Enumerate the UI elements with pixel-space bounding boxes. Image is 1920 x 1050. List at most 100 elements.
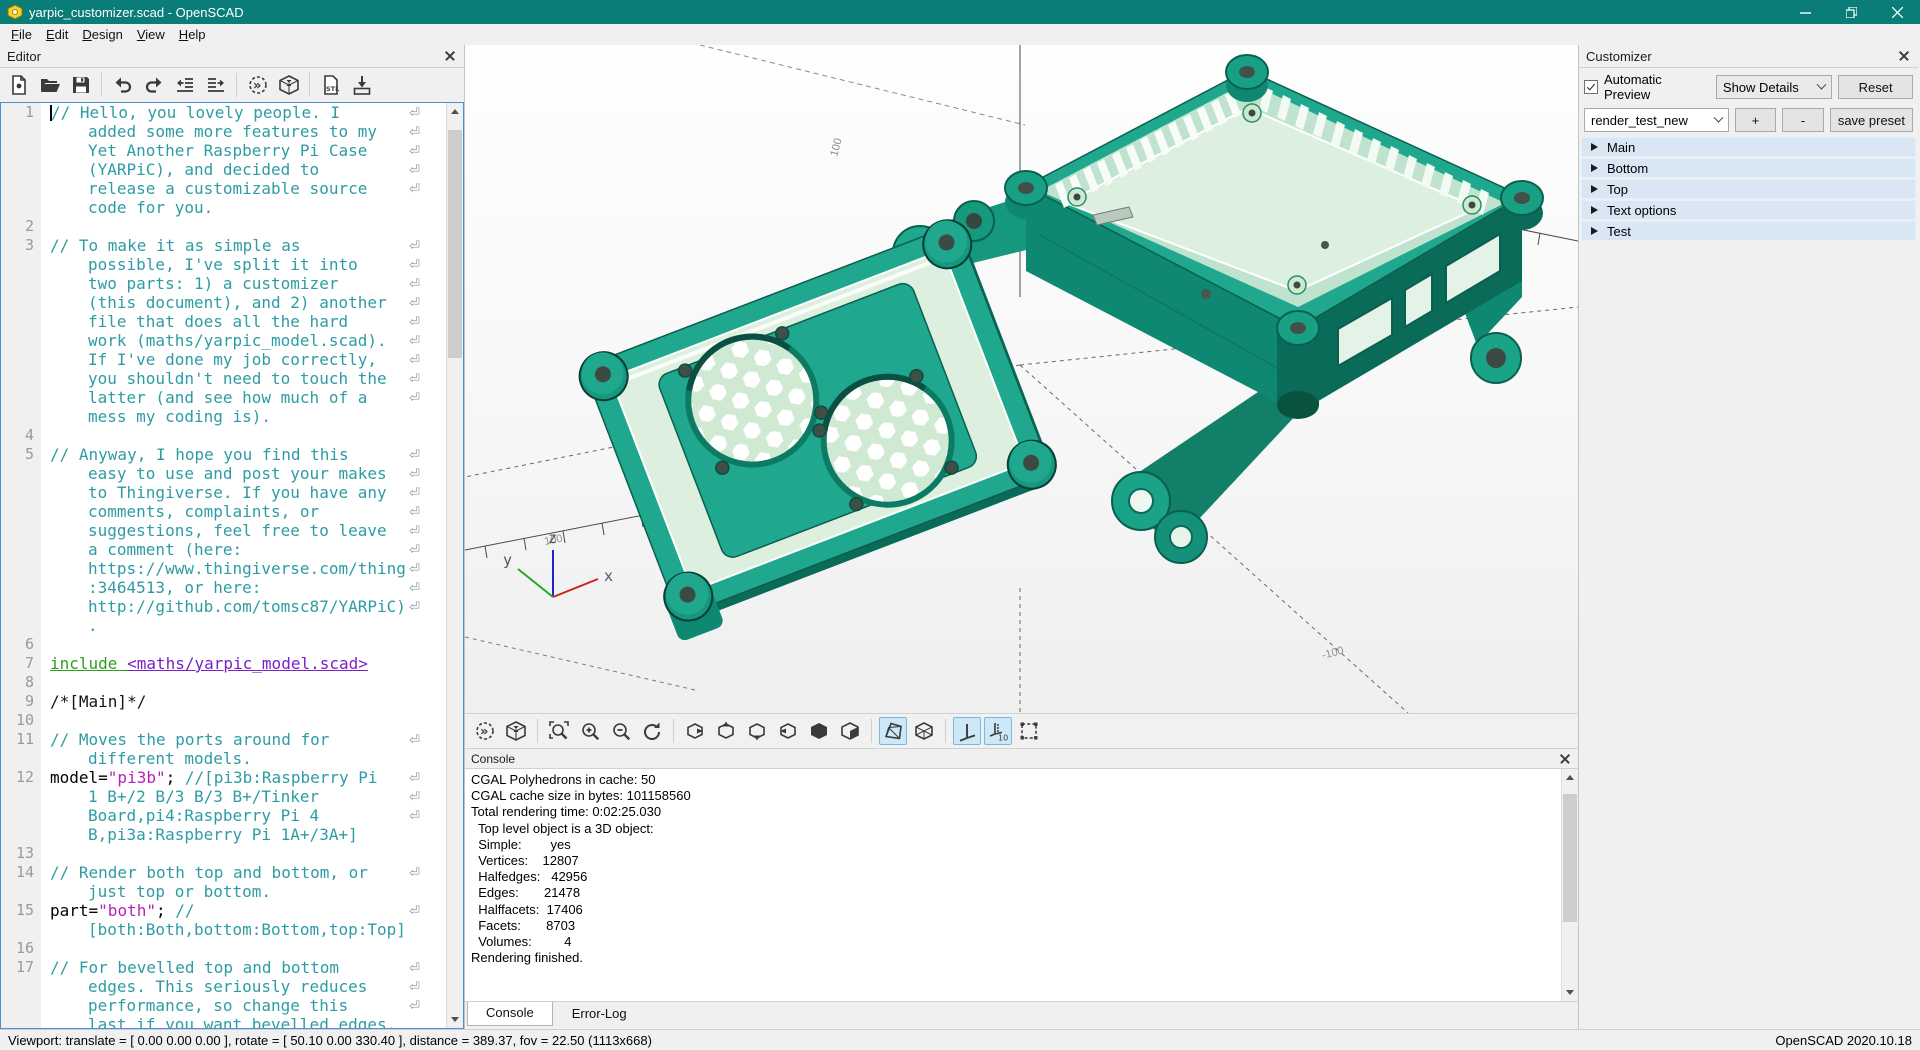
- indent-button[interactable]: [201, 71, 230, 100]
- save-preset-button[interactable]: save preset: [1830, 108, 1913, 132]
- code-editor[interactable]: 1// Hello, you lovely people. I⏎added so…: [0, 102, 464, 1029]
- undo-button[interactable]: [108, 71, 137, 100]
- tab-console[interactable]: Console: [467, 1001, 553, 1026]
- code-row[interactable]: 13: [1, 844, 446, 863]
- code-row[interactable]: Board,pi4:Raspberry Pi 4⏎: [1, 806, 446, 825]
- code-row[interactable]: 16: [1, 939, 446, 958]
- code-row[interactable]: 12model="pi3b"; //[pi3b:Raspberry Pi⏎: [1, 768, 446, 787]
- minimize-button[interactable]: [1782, 0, 1828, 24]
- code-row[interactable]: 7include <maths/yarpic_model.scad>: [1, 654, 446, 673]
- code-row[interactable]: code for you.: [1, 198, 446, 217]
- console-close-icon[interactable]: [1558, 752, 1572, 766]
- scroll-down-icon[interactable]: [1562, 984, 1578, 1001]
- code-row[interactable]: B,pi3a:Raspberry Pi 1A+/3A+]: [1, 825, 446, 844]
- menu-view[interactable]: View: [130, 26, 172, 43]
- automatic-preview-checkbox[interactable]: [1584, 80, 1598, 94]
- group-text-options[interactable]: Text options: [1581, 200, 1916, 220]
- code-row[interactable]: possible, I've split it into⏎: [1, 255, 446, 274]
- code-row[interactable]: 9/*[Main]*/: [1, 692, 446, 711]
- code-row[interactable]: file that does all the hard⏎: [1, 312, 446, 331]
- editor-scroll-thumb[interactable]: [448, 130, 462, 358]
- console-scroll-thumb[interactable]: [1563, 794, 1577, 922]
- show-edges-button[interactable]: [1015, 717, 1043, 745]
- menu-design[interactable]: Design: [75, 26, 129, 43]
- code-row[interactable]: 8: [1, 673, 446, 692]
- unindent-button[interactable]: [170, 71, 199, 100]
- zoom-in-button[interactable]: [576, 717, 604, 745]
- code-row[interactable]: edges. This seriously reduces⏎: [1, 977, 446, 996]
- editor-close-icon[interactable]: [443, 49, 457, 63]
- code-row[interactable]: 4: [1, 426, 446, 445]
- scroll-up-icon[interactable]: [1562, 769, 1578, 786]
- code-row[interactable]: suggestions, feel free to leave⏎: [1, 521, 446, 540]
- group-bottom[interactable]: Bottom: [1581, 158, 1916, 178]
- show-details-dropdown[interactable]: Show Details: [1716, 75, 1832, 99]
- code-row[interactable]: you shouldn't need to touch the⏎: [1, 369, 446, 388]
- zoom-all-button[interactable]: [545, 717, 573, 745]
- code-row[interactable]: 6: [1, 635, 446, 654]
- render-button[interactable]: [502, 717, 530, 745]
- group-main[interactable]: Main: [1581, 137, 1916, 157]
- console-scrollbar[interactable]: [1561, 769, 1578, 1001]
- code-row[interactable]: [both:Both,bottom:Bottom,top:Top]: [1, 920, 446, 939]
- show-axes-button[interactable]: [953, 717, 981, 745]
- preview-button[interactable]: »: [243, 71, 272, 100]
- scroll-down-icon[interactable]: [447, 1011, 463, 1028]
- view-top-button[interactable]: [712, 717, 740, 745]
- view-back-button[interactable]: [836, 717, 864, 745]
- code-row[interactable]: different models.: [1, 749, 446, 768]
- scroll-up-icon[interactable]: [447, 103, 463, 120]
- code-row[interactable]: 11// Moves the ports around for⏎: [1, 730, 446, 749]
- show-scale-button[interactable]: 10: [984, 717, 1012, 745]
- add-preset-button[interactable]: +: [1735, 108, 1777, 132]
- code-row[interactable]: performance, so change this⏎: [1, 996, 446, 1015]
- export-stl-button[interactable]: STL: [316, 71, 345, 100]
- new-file-button[interactable]: [4, 71, 33, 100]
- tab-error-log[interactable]: Error-Log: [553, 1002, 646, 1026]
- code-row[interactable]: mess my coding is).: [1, 407, 446, 426]
- customizer-close-icon[interactable]: [1897, 49, 1911, 63]
- group-top[interactable]: Top: [1581, 179, 1916, 199]
- view-front-button[interactable]: [805, 717, 833, 745]
- code-row[interactable]: a comment (here:⏎: [1, 540, 446, 559]
- perspective-button[interactable]: [879, 717, 907, 745]
- send-printer-button[interactable]: [347, 71, 376, 100]
- code-row[interactable]: If I've done my job correctly,⏎: [1, 350, 446, 369]
- code-row[interactable]: just top or bottom.: [1, 882, 446, 901]
- code-row[interactable]: Yet Another Raspberry Pi Case⏎: [1, 141, 446, 160]
- orthogonal-button[interactable]: [910, 717, 938, 745]
- code-row[interactable]: 1 B+/2 B/3 B/3 B+/Tinker⏎: [1, 787, 446, 806]
- code-row[interactable]: 3// To make it as simple as⏎: [1, 236, 446, 255]
- code-row[interactable]: http://github.com/tomsc87/YARPiC)⏎: [1, 597, 446, 616]
- open-file-button[interactable]: [35, 71, 64, 100]
- view-right-button[interactable]: [681, 717, 709, 745]
- code-row[interactable]: (YARPiC), and decided to⏎: [1, 160, 446, 179]
- code-row[interactable]: 15part="both"; //⏎: [1, 901, 446, 920]
- preview-button[interactable]: »: [471, 717, 499, 745]
- reset-view-button[interactable]: [638, 717, 666, 745]
- code-row[interactable]: (this document), and 2) another⏎: [1, 293, 446, 312]
- code-row[interactable]: .: [1, 616, 446, 635]
- remove-preset-button[interactable]: -: [1782, 108, 1824, 132]
- code-row[interactable]: to Thingiverse. If you have any⏎: [1, 483, 446, 502]
- code-row[interactable]: 1// Hello, you lovely people. I⏎: [1, 103, 446, 122]
- view-left-button[interactable]: [774, 717, 802, 745]
- code-row[interactable]: last if you want bevelled edges.: [1, 1015, 446, 1028]
- editor-scrollbar[interactable]: [446, 103, 463, 1028]
- code-row[interactable]: two parts: 1) a customizer⏎: [1, 274, 446, 293]
- zoom-out-button[interactable]: [607, 717, 635, 745]
- menu-file[interactable]: File: [4, 26, 39, 43]
- restore-button[interactable]: [1828, 0, 1874, 24]
- code-row[interactable]: release a customizable source⏎: [1, 179, 446, 198]
- code-row[interactable]: 2: [1, 217, 446, 236]
- code-row[interactable]: comments, complaints, or⏎: [1, 502, 446, 521]
- code-row[interactable]: 10: [1, 711, 446, 730]
- code-row[interactable]: easy to use and post your makes⏎: [1, 464, 446, 483]
- menu-edit[interactable]: Edit: [39, 26, 75, 43]
- 3d-viewport[interactable]: 100 100 100 -100: [465, 45, 1578, 713]
- menu-help[interactable]: Help: [172, 26, 213, 43]
- save-file-button[interactable]: [66, 71, 95, 100]
- redo-button[interactable]: [139, 71, 168, 100]
- render-button[interactable]: [274, 71, 303, 100]
- code-row[interactable]: 14// Render both top and bottom, or⏎: [1, 863, 446, 882]
